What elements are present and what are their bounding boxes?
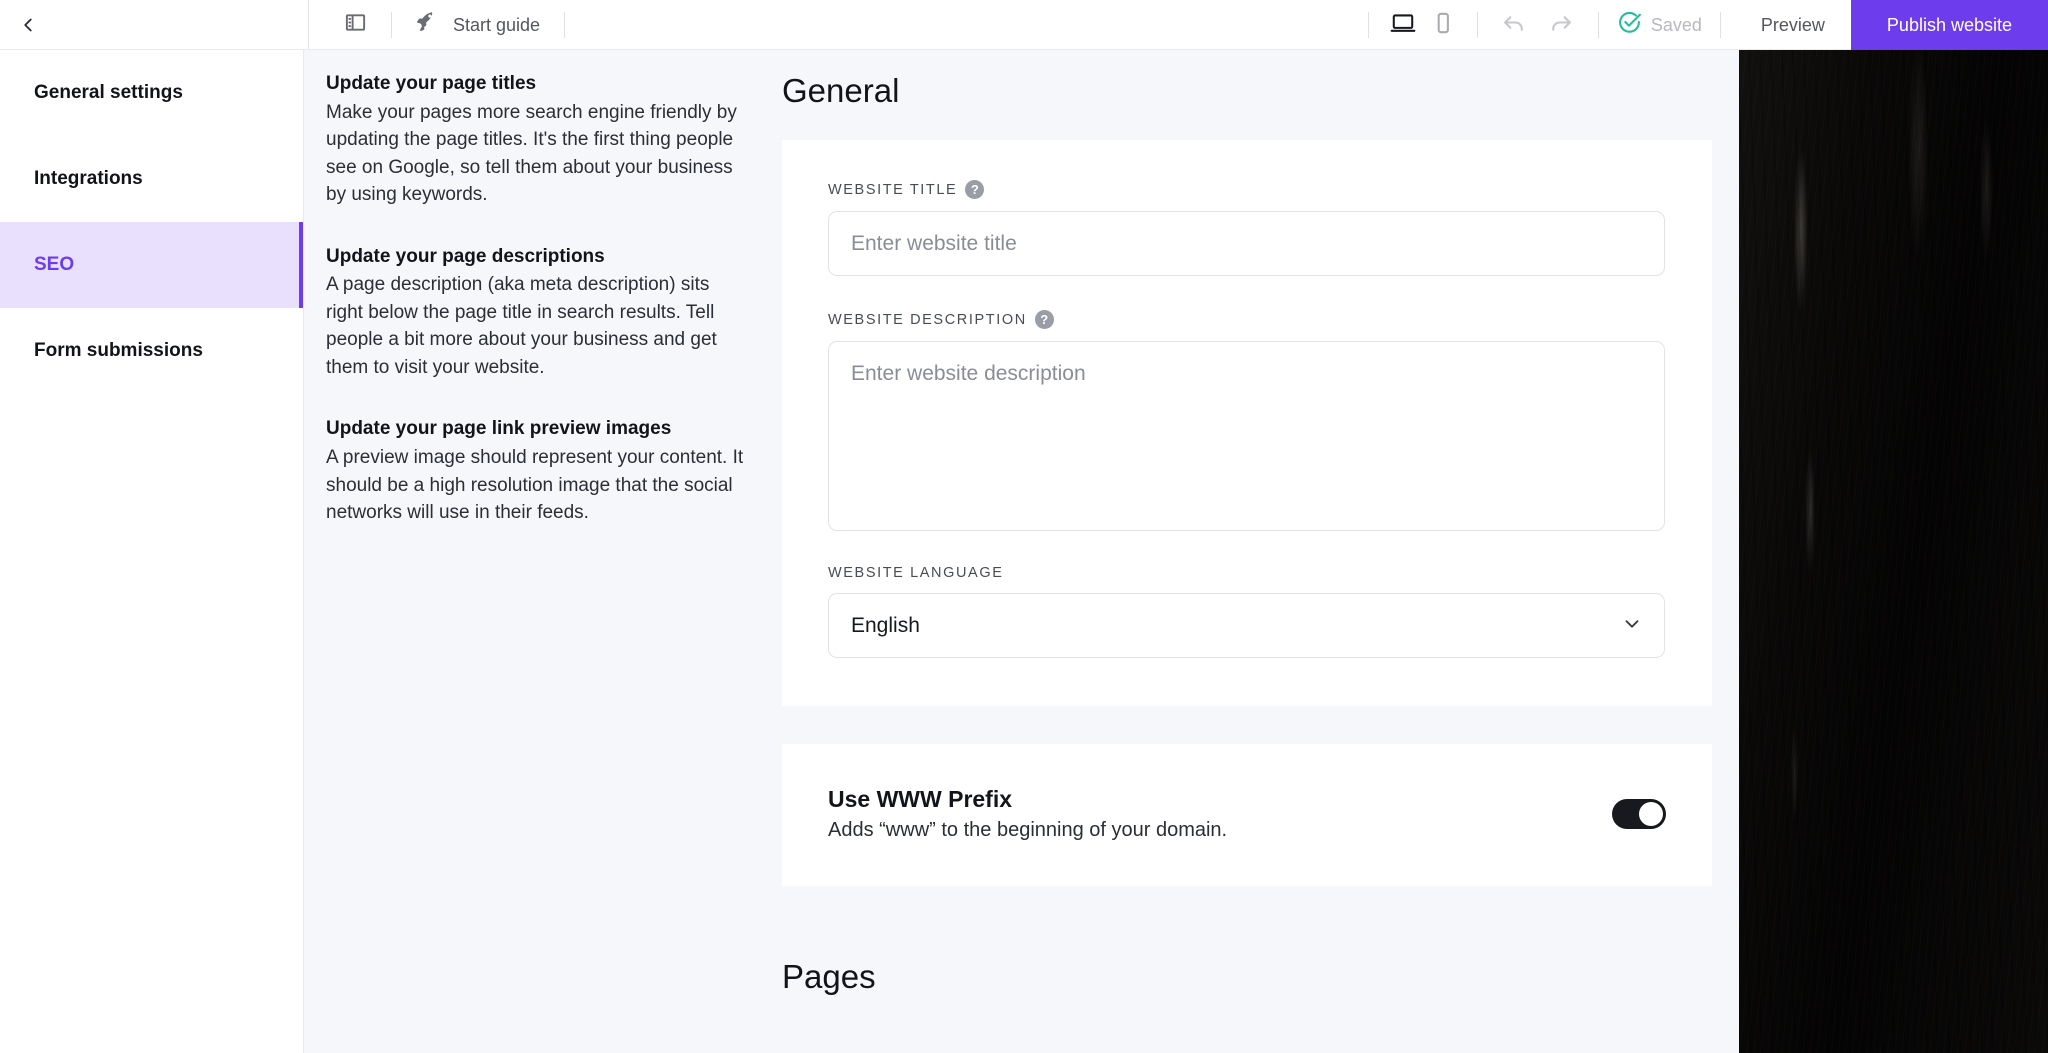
website-title-label: WEBSITE TITLE ? [828,180,1666,199]
sidebar-item-form-submissions[interactable]: Form submissions [0,308,303,394]
start-guide-button[interactable]: Start guide [406,0,550,50]
save-status: Saved [1613,0,1706,50]
website-language-label: WEBSITE LANGUAGE [828,565,1666,581]
website-description-label: WEBSITE DESCRIPTION ? [828,310,1666,329]
www-prefix-card: Use WWW Prefix Adds “www” to the beginni… [782,744,1712,886]
sidebar-item-general-settings[interactable]: General settings [0,50,303,136]
website-language-select[interactable]: English [828,593,1665,658]
sidebar-item-label: General settings [34,82,183,103]
website-language-select-wrap: English [828,593,1665,658]
sidebar-item-label: Integrations [34,168,143,189]
www-prefix-texts: Use WWW Prefix Adds “www” to the beginni… [828,786,1227,842]
pages-section-title: Pages [782,958,876,995]
start-guide-label: Start guide [453,14,541,35]
toolbar-divider [308,0,309,49]
seo-tips-panel: Update your page titles Make your pages … [304,50,782,1053]
field-gap [828,276,1666,310]
general-settings-card: WEBSITE TITLE ? WEBSITE DESCRIPTION ? WE… [782,140,1712,706]
tip-item: Update your page titles Make your pages … [326,70,750,209]
toolbar-right-group: Saved Preview Publish website [1354,0,2048,50]
undo-icon [1502,10,1527,40]
save-status-label: Saved [1650,14,1702,35]
mobile-icon [1430,10,1456,41]
top-toolbar: Start guide Saved Preview Publish websit… [0,0,2048,50]
toolbar-separator [391,11,392,38]
tip-body: Make your pages more search engine frien… [326,101,737,206]
website-language-value: English [851,613,920,637]
tip-title: Update your page descriptions [326,245,605,267]
preview-button[interactable]: Preview [1735,0,1851,50]
toolbar-separator-2 [564,11,566,38]
tip-title: Update your page link preview images [326,418,672,440]
sidebar-item-label: Form submissions [34,340,203,361]
redo-button[interactable] [1538,0,1584,50]
www-prefix-title: Use WWW Prefix [828,786,1013,812]
tip-item: Update your page descriptions A page des… [326,243,750,382]
sidebar-panel-icon [344,11,367,39]
desktop-view-button[interactable] [1383,0,1423,50]
desktop-icon [1390,10,1416,41]
page-title: General [782,72,900,109]
tip-title: Update your page titles [326,73,537,94]
website-description-input[interactable] [828,341,1665,531]
chevron-left-icon [17,14,39,36]
toolbar-left-spacer [48,0,308,49]
seo-settings-main: General WEBSITE TITLE ? WEBSITE DESCRIPT… [782,50,1739,1053]
website-title-label-text: WEBSITE TITLE [828,181,958,198]
tip-body: A preview image should represent your co… [326,447,744,524]
question-mark-icon[interactable]: ? [965,180,985,199]
rocket-icon [416,10,441,40]
sidebar-item-seo[interactable]: SEO [0,222,303,308]
tip-body: A page description (aka meta description… [326,274,717,378]
toolbar-separator-3 [1367,12,1369,38]
sidebar-item-label: SEO [34,254,75,275]
mobile-view-button[interactable] [1423,0,1463,50]
website-canvas-preview[interactable] [1739,50,2048,1053]
settings-sidebar: General settings Integrations SEO Form s… [0,50,304,1053]
panel-toggle-button[interactable] [333,0,377,50]
website-description-label-text: WEBSITE DESCRIPTION [828,311,1027,328]
website-title-input[interactable] [828,211,1665,276]
redo-icon [1548,10,1573,40]
sidebar-item-integrations[interactable]: Integrations [0,136,303,222]
www-prefix-description: Adds “www” to the beginning of your doma… [828,819,1228,841]
www-prefix-toggle[interactable] [1612,799,1666,829]
toolbar-separator-4 [1476,12,1478,38]
toggle-knob [1639,802,1663,826]
website-language-label-text: WEBSITE LANGUAGE [828,565,1004,581]
undo-button[interactable] [1492,0,1538,50]
canvas-background-texture [1739,50,2048,1053]
toolbar-separator-5 [1597,12,1599,38]
check-circle-icon [1617,10,1642,40]
question-mark-icon[interactable]: ? [1034,310,1054,329]
publish-website-button[interactable]: Publish website [1850,0,2048,50]
toolbar-separator-6 [1719,12,1721,38]
back-button[interactable] [8,0,48,49]
field-gap [828,531,1666,565]
tip-item: Update your page link preview images A p… [326,415,750,526]
